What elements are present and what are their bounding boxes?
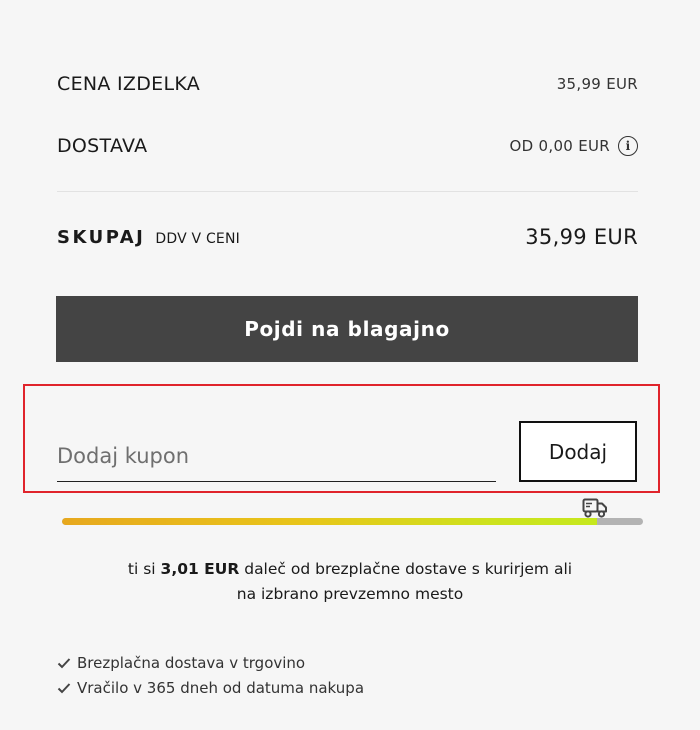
checkout-button[interactable]: Pojdi na blagajno xyxy=(56,296,638,362)
vat-note: DDV V CENI xyxy=(155,230,240,247)
total-label: SKUPAJ xyxy=(57,226,146,248)
total-row: SKUPAJ DDV V CENI 35,99 EUR xyxy=(57,223,638,251)
shipping-value: OD 0,00 EUR xyxy=(509,137,610,155)
shipping-row: DOSTAVA OD 0,00 EUR i xyxy=(57,132,638,160)
free-shipping-msg-line2: na izbrano prevzemno mesto xyxy=(236,585,464,603)
benefits-list: Brezplačna dostava v trgovino Vračilo v … xyxy=(57,650,364,700)
benefit-label: Brezplačna dostava v trgovino xyxy=(77,653,306,672)
free-shipping-amount: 3,01 EUR xyxy=(160,560,240,578)
price-label: CENA IZDELKA xyxy=(57,73,201,95)
total-value: 35,99 EUR xyxy=(525,225,638,249)
benefit-item: Brezplačna dostava v trgovino xyxy=(57,650,364,675)
shipping-label: DOSTAVA xyxy=(57,135,148,157)
shipping-value-wrap: OD 0,00 EUR i xyxy=(510,136,638,156)
check-icon xyxy=(57,657,71,668)
info-icon[interactable]: i xyxy=(618,136,638,156)
free-shipping-progress-fill xyxy=(62,518,597,525)
free-shipping-msg-prefix: ti si xyxy=(127,560,161,578)
total-label-group: SKUPAJ DDV V CENI xyxy=(57,227,240,248)
summary-divider xyxy=(57,191,638,192)
apply-coupon-button[interactable]: Dodaj xyxy=(519,421,637,482)
check-icon xyxy=(57,682,71,693)
cart-summary: CENA IZDELKA 35,99 EUR DOSTAVA OD 0,00 E… xyxy=(0,0,700,730)
price-value: 35,99 EUR xyxy=(556,75,638,93)
free-shipping-progress xyxy=(62,518,643,525)
benefit-item: Vračilo v 365 dneh od datuma nakupa xyxy=(57,675,364,700)
free-shipping-msg-suffix: daleč od brezplačne dostave s kurirjem a… xyxy=(239,560,573,578)
price-row: CENA IZDELKA 35,99 EUR xyxy=(57,70,638,98)
coupon-input[interactable] xyxy=(57,430,496,482)
free-shipping-message: ti si 3,01 EUR daleč od brezplačne dosta… xyxy=(0,557,700,607)
delivery-truck-icon xyxy=(582,498,607,518)
benefit-label: Vračilo v 365 dneh od datuma nakupa xyxy=(77,678,365,697)
